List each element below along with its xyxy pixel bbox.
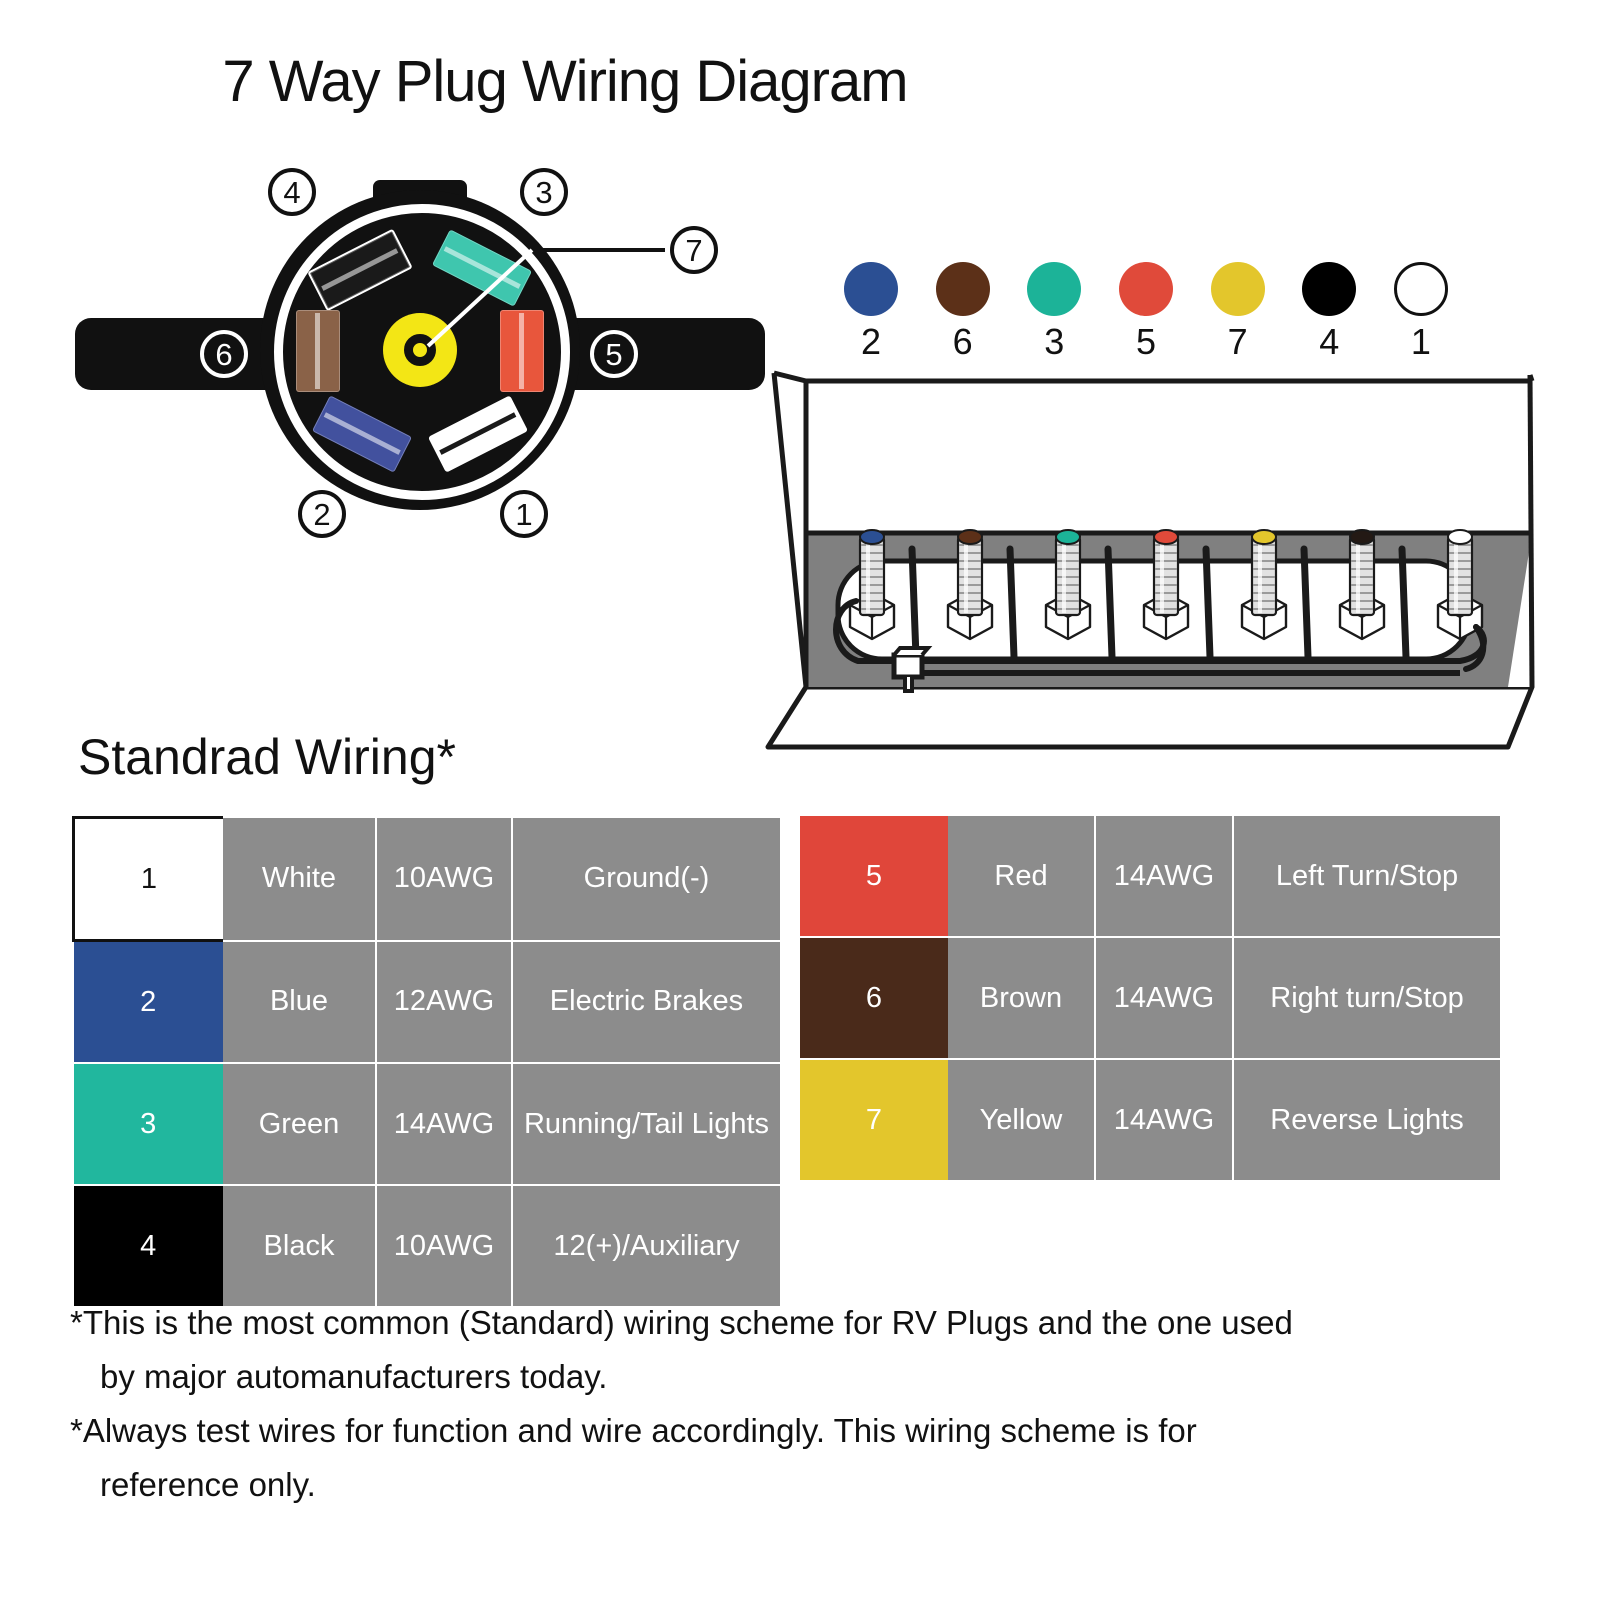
callout-4: 4 — [268, 168, 316, 216]
legend-dot-green — [1027, 262, 1082, 316]
wire-function: Right turn/Stop — [1233, 937, 1500, 1060]
callout-1: 1 — [500, 490, 548, 538]
legend-item-5: 5 — [1111, 262, 1181, 372]
pin-number-swatch: 7 — [800, 1059, 948, 1180]
footnote-2-line-2: reference only. — [100, 1466, 316, 1503]
legend-number: 4 — [1319, 321, 1340, 362]
wire-function: 12(+)/Auxiliary — [512, 1185, 780, 1306]
pin-number-swatch: 4 — [73, 1185, 223, 1306]
color-legend: 2 6 3 5 7 4 1 — [836, 262, 1456, 372]
legend-dot-blue — [844, 262, 898, 316]
plug-body — [260, 190, 580, 510]
plug-face-diagram: 4 3 7 6 5 2 1 — [60, 150, 780, 570]
table-row: 2 Blue 12AWG Electric Brakes — [73, 940, 780, 1064]
legend-number: 6 — [952, 321, 973, 362]
legend-item-7: 7 — [1203, 262, 1273, 372]
wire-function: Reverse Lights — [1233, 1059, 1500, 1180]
legend-dot-white — [1393, 262, 1448, 316]
contact-blade-3 — [431, 229, 533, 307]
legend-dot-brown — [935, 262, 990, 316]
contact-blade-1 — [427, 395, 529, 473]
pin-number-swatch: 6 — [800, 937, 948, 1060]
footnote-1-line-2: by major automanufacturers today. — [100, 1358, 608, 1395]
plug-contact-face — [260, 190, 580, 510]
wire-color: White — [223, 817, 377, 942]
wire-gauge: 10AWG — [376, 1185, 513, 1306]
legend-item-4: 4 — [1294, 262, 1364, 372]
table-row: 6 Brown 14AWG Right turn/Stop — [800, 937, 1500, 1060]
wiring-table-right: 5 Red 14AWG Left Turn/Stop 6 Brown 14AWG… — [800, 816, 1500, 1180]
wire-gauge: 14AWG — [1095, 816, 1234, 938]
table-row: 5 Red 14AWG Left Turn/Stop — [800, 816, 1500, 938]
table-row: 7 Yellow 14AWG Reverse Lights — [800, 1059, 1500, 1180]
contact-pin-7 — [383, 313, 457, 387]
junction-box-diagram — [760, 365, 1540, 755]
legend-item-3: 3 — [1019, 262, 1089, 372]
wire-color: Green — [223, 1063, 377, 1186]
legend-item-1: 1 — [1386, 262, 1456, 372]
center-pin-hole — [404, 334, 436, 366]
wire-color: Red — [948, 816, 1096, 938]
wiring-table-left: 1 White 10AWG Ground(-) 2 Blue 12AWG Ele… — [72, 816, 780, 1306]
wire-color: Yellow — [948, 1059, 1096, 1180]
callout-6: 6 — [200, 330, 248, 378]
callout-3: 3 — [520, 168, 568, 216]
legend-dot-yellow — [1210, 262, 1265, 316]
contact-blade-4 — [307, 228, 413, 312]
legend-number: 5 — [1135, 321, 1156, 362]
legend-dot-red — [1118, 262, 1173, 316]
legend-item-6: 6 — [928, 262, 998, 372]
wire-color: Black — [223, 1185, 377, 1306]
pin-number-swatch: 3 — [73, 1063, 223, 1186]
legend-number: 7 — [1227, 321, 1248, 362]
wire-function: Left Turn/Stop — [1233, 816, 1500, 938]
wire-gauge: 10AWG — [376, 817, 513, 942]
wire-color: Blue — [223, 940, 377, 1064]
wiring-section-heading: Standrad Wiring* — [78, 729, 456, 785]
contact-blade-6 — [296, 310, 340, 392]
wire-function: Electric Brakes — [512, 940, 780, 1064]
callout-7: 7 — [670, 226, 718, 274]
table-row: 3 Green 14AWG Running/Tail Lights — [73, 1063, 780, 1186]
legend-item-2: 2 — [836, 262, 906, 372]
table-row: 1 White 10AWG Ground(-) — [72, 816, 780, 942]
callout-5: 5 — [590, 330, 638, 378]
legend-number: 2 — [860, 321, 882, 362]
legend-number: 3 — [1044, 321, 1065, 362]
pin-number-swatch: 5 — [800, 816, 948, 938]
legend-dot-black — [1302, 262, 1357, 316]
footnote-2-line-1: *Always test wires for function and wire… — [70, 1412, 1197, 1449]
page-title: 7 Way Plug Wiring Diagram — [222, 49, 908, 114]
pin-number-swatch: 2 — [73, 940, 223, 1064]
callout-2: 2 — [298, 490, 346, 538]
footnote-1-line-1: *This is the most common (Standard) wiri… — [70, 1304, 1293, 1341]
wire-color: Brown — [948, 937, 1096, 1060]
contact-blade-2 — [311, 395, 413, 473]
pin-number-swatch: 1 — [72, 816, 223, 942]
wire-function: Ground(-) — [512, 817, 780, 942]
wire-gauge: 14AWG — [1095, 1059, 1234, 1180]
table-row: 4 Black 10AWG 12(+)/Auxiliary — [73, 1185, 780, 1306]
wire-gauge: 12AWG — [376, 940, 513, 1064]
wire-function: Running/Tail Lights — [512, 1063, 780, 1186]
wire-gauge: 14AWG — [1095, 937, 1234, 1060]
legend-number: 1 — [1410, 321, 1431, 362]
footnotes: *This is the most common (Standard) wiri… — [70, 1298, 1540, 1514]
contact-blade-5 — [500, 310, 544, 392]
wire-gauge: 14AWG — [376, 1063, 513, 1186]
